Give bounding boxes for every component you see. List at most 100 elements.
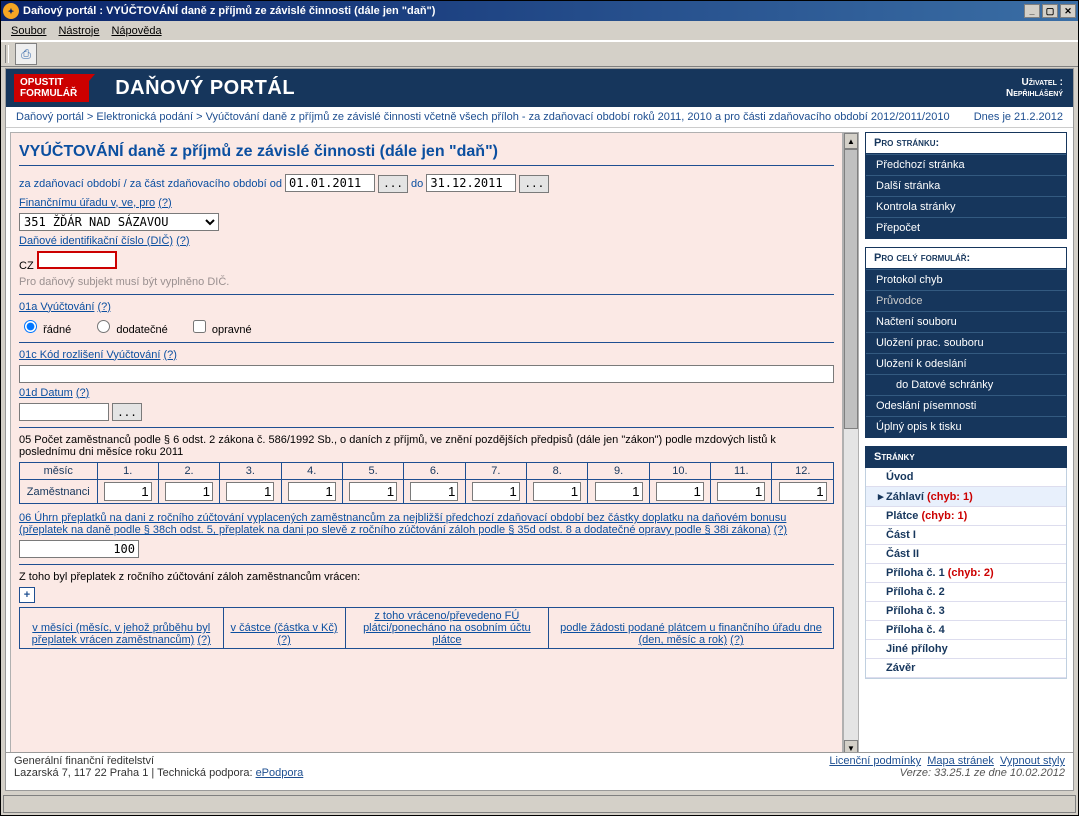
- fu-select[interactable]: 351 ŽĎÁR NAD SÁZAVOU: [19, 213, 219, 231]
- vyuct-link[interactable]: 01a Vyúčtování: [19, 301, 94, 313]
- radio-dodatecne[interactable]: dodatečné: [92, 324, 167, 336]
- page-cast2[interactable]: Část II: [866, 545, 1066, 564]
- close-button[interactable]: ✕: [1060, 4, 1076, 18]
- col3-link[interactable]: z toho vráceno/převedeno FÚ plátci/ponec…: [363, 610, 531, 646]
- emp-3[interactable]: [226, 482, 274, 501]
- recalc[interactable]: Přepočet: [866, 217, 1066, 238]
- maximize-button[interactable]: ▢: [1042, 4, 1058, 18]
- kod-help[interactable]: (?): [164, 349, 177, 361]
- datum-help[interactable]: (?): [76, 387, 89, 399]
- months-row: měsíc 1.2. 3.4. 5.6. 7.8. 9.10. 11.12.: [20, 463, 834, 480]
- footer-support[interactable]: ePodpora: [256, 767, 304, 779]
- refund-table: v měsíci (měsíc, v jehož průběhu byl pře…: [19, 607, 834, 649]
- footer-right: Licenční podmínky Mapa stránek Vypnout s…: [829, 755, 1065, 788]
- emp-8[interactable]: [533, 482, 581, 501]
- vertical-scrollbar[interactable]: ▲ ▼: [843, 132, 859, 757]
- user-status: Nepřihlášený: [1006, 88, 1063, 99]
- scroll-thumb[interactable]: [844, 149, 858, 429]
- minimize-button[interactable]: _: [1024, 4, 1040, 18]
- app-icon: ✦: [3, 3, 19, 19]
- radio-radne[interactable]: řádné: [19, 324, 71, 336]
- period-to-input[interactable]: [426, 174, 516, 192]
- kod-input[interactable]: [19, 365, 834, 383]
- period-to-picker[interactable]: ...: [519, 175, 549, 193]
- add-row-button[interactable]: +: [19, 587, 35, 603]
- col4-link[interactable]: podle žádosti podané plátcem u finančníh…: [560, 622, 822, 646]
- page-priloha1[interactable]: Příloha č. 1 (chyb: 2): [866, 564, 1066, 583]
- col1-link[interactable]: v měsíci (měsíc, v jehož průběhu byl pře…: [32, 622, 211, 646]
- footer-link-styles[interactable]: Vypnout styly: [1000, 755, 1065, 767]
- t06-input[interactable]: [19, 540, 139, 558]
- save-send-ds[interactable]: do Datové schránky: [866, 374, 1066, 395]
- fu-help[interactable]: (?): [158, 197, 171, 209]
- check-page[interactable]: Kontrola stránky: [866, 196, 1066, 217]
- kod-link[interactable]: 01c Kód rozlišení Vyúčtování: [19, 349, 160, 361]
- form-scroll-area: VYÚČTOVÁNÍ daně z příjmů ze závislé činn…: [10, 132, 843, 757]
- menu-tools[interactable]: Nástroje: [52, 23, 105, 39]
- page-priloha4[interactable]: Příloha č. 4: [866, 621, 1066, 640]
- emp-1[interactable]: [104, 482, 152, 501]
- chk-opravne[interactable]: opravné: [189, 324, 252, 336]
- period-from-picker[interactable]: ...: [378, 175, 408, 193]
- datum-picker[interactable]: ...: [112, 403, 142, 421]
- emp-12[interactable]: [779, 482, 827, 501]
- t06-help[interactable]: (?): [774, 524, 787, 536]
- t06-link[interactable]: 06 Úhrn přeplatků na dani z ročního zúčt…: [19, 512, 786, 536]
- col1-help[interactable]: (?): [197, 634, 210, 646]
- dic-help[interactable]: (?): [176, 235, 189, 247]
- vyuct-help[interactable]: (?): [97, 301, 110, 313]
- emp-10[interactable]: [656, 482, 704, 501]
- breadcrumb-links: Daňový portál > Elektronická podání > Vy…: [16, 111, 950, 123]
- col2-help[interactable]: (?): [277, 634, 290, 646]
- scroll-up-button[interactable]: ▲: [844, 133, 858, 149]
- toolbar-grip: [5, 45, 9, 63]
- crumb-3[interactable]: Vyúčtování daně z příjmů ze závislé činn…: [206, 111, 950, 123]
- footer-link-license[interactable]: Licenční podmínky: [829, 755, 921, 767]
- save-send[interactable]: Uložení k odeslání: [866, 353, 1066, 374]
- emp-9[interactable]: [595, 482, 643, 501]
- datum-input[interactable]: [19, 403, 109, 421]
- emp-11[interactable]: [717, 482, 765, 501]
- sidebar-form-head: Pro celý formulář:: [865, 247, 1067, 268]
- emp-6[interactable]: [410, 482, 458, 501]
- col4-help[interactable]: (?): [730, 634, 743, 646]
- sidebar-page-list: Předchozí stránka Další stránka Kontrola…: [865, 153, 1067, 239]
- full-print[interactable]: Úplný opis k tisku: [866, 416, 1066, 437]
- page-cast1[interactable]: Část I: [866, 526, 1066, 545]
- page-zahlavi[interactable]: ▸Záhlaví (chyb: 1): [866, 487, 1066, 507]
- emp-2[interactable]: [165, 482, 213, 501]
- err-protocol[interactable]: Protokol chyb: [866, 269, 1066, 290]
- next-page[interactable]: Další stránka: [866, 175, 1066, 196]
- dic-link[interactable]: Daňové identifikační číslo (DIČ): [19, 235, 173, 247]
- datum-link[interactable]: 01d Datum: [19, 387, 73, 399]
- col2-link[interactable]: v částce (částka v Kč): [231, 622, 338, 634]
- page-uvod[interactable]: Úvod: [866, 468, 1066, 487]
- divider-1: [19, 294, 834, 295]
- emp-7[interactable]: [472, 482, 520, 501]
- menu-help[interactable]: Nápověda: [105, 23, 167, 39]
- print-button[interactable]: ⎙: [15, 43, 37, 65]
- fu-link[interactable]: Finančnímu úřadu v, ve, pro: [19, 197, 155, 209]
- prev-page[interactable]: Předchozí stránka: [866, 154, 1066, 175]
- load-file[interactable]: Načtení souboru: [866, 311, 1066, 332]
- dic-input[interactable]: [37, 251, 117, 269]
- crumb-1[interactable]: Daňový portál: [16, 111, 84, 123]
- page-jine[interactable]: Jiné přílohy: [866, 640, 1066, 659]
- period-from-input[interactable]: [285, 174, 375, 192]
- page-platce[interactable]: Plátce (chyb: 1): [866, 507, 1066, 526]
- footer-link-sitemap[interactable]: Mapa stránek: [927, 755, 994, 767]
- menu-file[interactable]: Soubor: [5, 23, 52, 39]
- emp-5[interactable]: [349, 482, 397, 501]
- form-title: VYÚČTOVÁNÍ daně z příjmů ze závislé činn…: [19, 143, 834, 166]
- emp-4[interactable]: [288, 482, 336, 501]
- send-doc[interactable]: Odeslání písemnosti: [866, 395, 1066, 416]
- page-priloha3[interactable]: Příloha č. 3: [866, 602, 1066, 621]
- save-work[interactable]: Uložení prac. souboru: [866, 332, 1066, 353]
- leave-form-button[interactable]: OPUSTIT FORMULÁŘ: [14, 74, 89, 102]
- wizard[interactable]: Průvodce: [866, 290, 1066, 311]
- sidebar-pages-head: Stránky: [865, 446, 1067, 468]
- page-zaver[interactable]: Závěr: [866, 659, 1066, 678]
- sidebar-form-list: Protokol chyb Průvodce Načtení souboru U…: [865, 268, 1067, 438]
- crumb-2[interactable]: Elektronická podání: [96, 111, 193, 123]
- page-priloha2[interactable]: Příloha č. 2: [866, 583, 1066, 602]
